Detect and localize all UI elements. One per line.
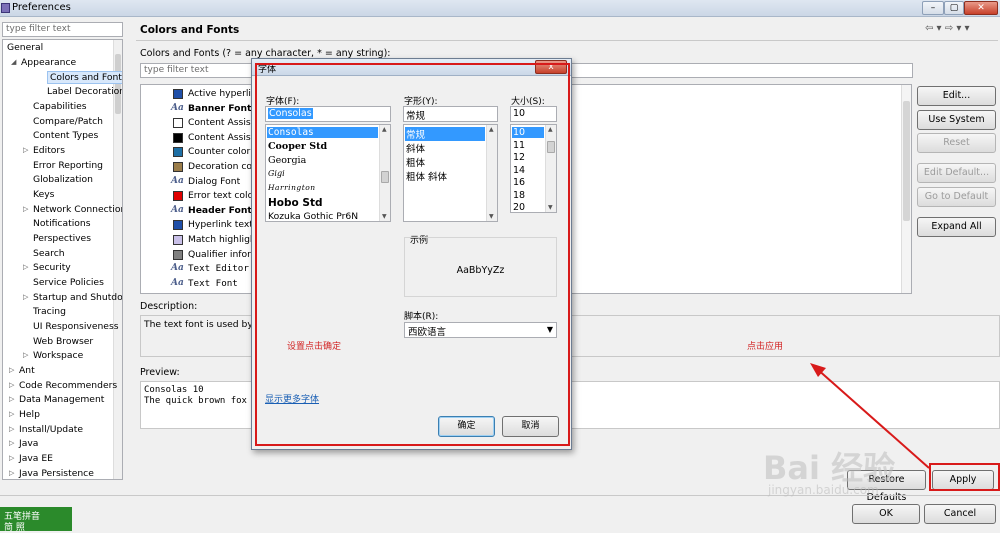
ime-mode: 简 照	[4, 520, 25, 533]
ime-toolbar[interactable]: 五笔拼音 简 照	[0, 507, 72, 531]
baidu-watermark-url: jingyan.baidu.com	[768, 483, 879, 497]
